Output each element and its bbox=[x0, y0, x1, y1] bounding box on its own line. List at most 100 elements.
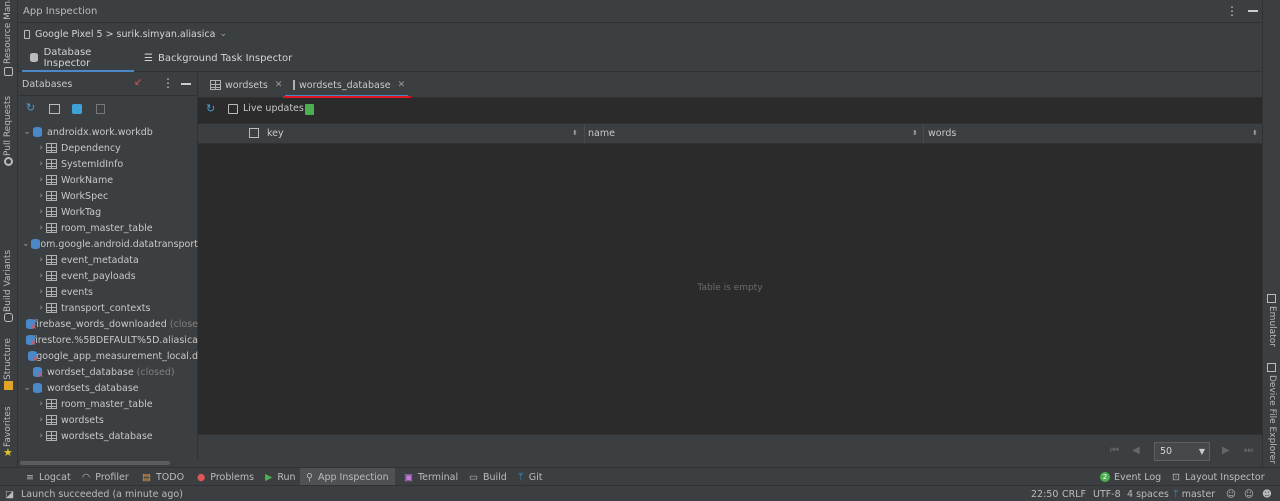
sort-icon[interactable]: ⬍ bbox=[912, 129, 918, 137]
status-message[interactable]: Launch succeeded (a minute ago) bbox=[21, 487, 183, 501]
prev-page-icon[interactable]: ◀ bbox=[1132, 445, 1140, 456]
device-file-explorer-tab[interactable]: Device File Explorer bbox=[1267, 375, 1277, 464]
tree-table-item[interactable]: › transport_contexts bbox=[18, 300, 198, 316]
minimize-icon[interactable] bbox=[1248, 10, 1258, 12]
refresh-table-icon[interactable]: ↻ bbox=[206, 102, 215, 115]
chevron-right-icon[interactable]: › bbox=[36, 415, 46, 425]
status-toggle-icon[interactable]: ◪ bbox=[5, 487, 14, 501]
chevron-right-icon[interactable]: › bbox=[36, 207, 46, 217]
chevron-right-icon[interactable]: › bbox=[36, 175, 46, 185]
resource-manager-tab[interactable]: Resource Mana bbox=[3, 0, 13, 64]
feedback-face-icon[interactable]: ☺ bbox=[1244, 487, 1254, 501]
tree-table-item[interactable]: › wordsets bbox=[18, 412, 198, 428]
tool-logcat[interactable]: ≡ Logcat bbox=[20, 468, 77, 486]
more-options-icon[interactable]: ⋮ bbox=[1226, 4, 1238, 18]
close-icon[interactable]: ✕ bbox=[275, 80, 283, 90]
status-line-separator[interactable]: CRLF bbox=[1062, 487, 1086, 501]
chevron-right-icon[interactable]: › bbox=[36, 399, 46, 409]
column-divider[interactable] bbox=[923, 124, 924, 143]
chevron-right-icon[interactable]: › bbox=[36, 159, 46, 169]
tree-database-item[interactable]: × google_app_measurement_local.d bbox=[18, 348, 198, 364]
tree-table-item[interactable]: › events bbox=[18, 284, 198, 300]
tree-database-item[interactable]: × wordset_database (closed) bbox=[18, 364, 198, 380]
device-selector[interactable]: Google Pixel 5 > surik.simyan.aliasica ⌄ bbox=[24, 25, 227, 43]
tree-database-item[interactable]: × firestore.%5BDEFAULT%5D.aliasica bbox=[18, 332, 198, 348]
tab-background-task-inspector[interactable]: ☰ Background Task Inspector bbox=[136, 45, 300, 72]
status-encoding[interactable]: UTF-8 bbox=[1093, 487, 1121, 501]
chevron-right-icon[interactable]: › bbox=[36, 287, 46, 297]
column-divider[interactable] bbox=[584, 124, 585, 143]
export-icon[interactable] bbox=[96, 104, 105, 114]
tree-table-item[interactable]: › event_metadata bbox=[18, 252, 198, 268]
export-table-icon[interactable] bbox=[305, 104, 314, 115]
favorites-tab[interactable]: Favorites bbox=[3, 405, 13, 447]
tree-table-item[interactable]: › room_master_table bbox=[18, 396, 198, 412]
tab-wordsets-database[interactable]: wordsets_database ✕ bbox=[285, 72, 408, 98]
column-header-key[interactable]: key bbox=[267, 124, 284, 143]
tool-run[interactable]: ▶ Run bbox=[259, 468, 302, 486]
chevron-right-icon[interactable]: › bbox=[36, 431, 46, 441]
tree-table-item[interactable]: › event_payloads bbox=[18, 268, 198, 284]
tab-database-inspector[interactable]: Database Inspector bbox=[22, 45, 134, 72]
next-page-icon[interactable]: ▶ bbox=[1222, 445, 1230, 456]
tree-table-item[interactable]: › WorkName bbox=[18, 172, 198, 188]
tool-git[interactable]: ᛘ Git bbox=[512, 468, 548, 486]
tree-table-item[interactable]: › Dependency bbox=[18, 140, 198, 156]
status-indent[interactable]: 4 spaces bbox=[1127, 487, 1169, 501]
tool-app-inspection[interactable]: ⚲ App Inspection bbox=[300, 468, 395, 486]
last-page-icon[interactable]: ⏭ bbox=[1244, 445, 1253, 456]
sort-icon[interactable]: ⬍ bbox=[1252, 129, 1258, 137]
close-icon[interactable]: ✕ bbox=[398, 80, 406, 90]
tree-database-item[interactable]: × firebase_words_downloaded (close bbox=[18, 316, 198, 332]
refresh-icon[interactable]: ↻ bbox=[26, 101, 35, 114]
favorites-label: Favorites bbox=[3, 406, 13, 447]
inspector-face-icon[interactable]: ☺ bbox=[1226, 487, 1236, 501]
chevron-down-icon[interactable]: ⌄ bbox=[22, 127, 32, 137]
column-header-words[interactable]: words bbox=[928, 124, 956, 143]
tool-event-log[interactable]: 2 Event Log bbox=[1094, 468, 1167, 486]
sort-icon[interactable]: ⬍ bbox=[572, 129, 578, 137]
collapse-arrows-icon[interactable]: ↙ bbox=[134, 77, 142, 88]
chevron-down-icon[interactable]: ⌄ bbox=[22, 239, 30, 249]
chevron-right-icon[interactable]: › bbox=[36, 255, 46, 265]
tree-table-item[interactable]: › WorkTag bbox=[18, 204, 198, 220]
status-branch[interactable]: ᛘ master bbox=[1173, 487, 1215, 501]
tree-table-item[interactable]: › room_master_table bbox=[18, 220, 198, 236]
tool-terminal[interactable]: ▣ Terminal bbox=[398, 468, 464, 486]
chevron-right-icon[interactable]: › bbox=[36, 271, 46, 281]
panel-minimize-icon[interactable] bbox=[181, 83, 191, 85]
tree-table-item[interactable]: › wordsets_database bbox=[18, 428, 198, 444]
notifications-icon[interactable]: ☻ bbox=[1262, 487, 1272, 501]
tree-horizontal-scrollbar[interactable] bbox=[18, 459, 198, 467]
tree-database-item[interactable]: ⌄ wordsets_database bbox=[18, 380, 198, 396]
panel-options-icon[interactable]: ⋮ bbox=[162, 76, 174, 90]
structure-tab[interactable]: Structure bbox=[3, 338, 13, 380]
status-time[interactable]: 22:50 bbox=[1031, 487, 1058, 501]
tab-wordsets[interactable]: wordsets ✕ bbox=[202, 72, 290, 98]
build-variants-tab[interactable]: Build Variants bbox=[3, 250, 13, 312]
tool-profiler[interactable]: ◠ Profiler bbox=[76, 468, 135, 486]
chevron-down-icon[interactable]: ⌄ bbox=[22, 383, 32, 393]
emulator-tab[interactable]: Emulator bbox=[1267, 306, 1277, 347]
tree-database-item[interactable]: ⌄ androidx.work.workdb bbox=[18, 124, 198, 140]
new-query-icon[interactable] bbox=[49, 104, 60, 114]
tool-build[interactable]: ▭ Build bbox=[463, 468, 513, 486]
tree-table-item[interactable]: › WorkSpec bbox=[18, 188, 198, 204]
page-size-select[interactable]: 50 ▼ bbox=[1154, 442, 1210, 461]
tool-layout-inspector[interactable]: ⊡ Layout Inspector bbox=[1166, 468, 1271, 486]
live-updates-checkbox[interactable] bbox=[228, 104, 238, 114]
tree-table-item[interactable]: › SystemIdInfo bbox=[18, 156, 198, 172]
column-header-name[interactable]: name bbox=[588, 124, 615, 143]
tool-problems[interactable]: ● Problems bbox=[191, 468, 260, 486]
scrollbar-thumb[interactable] bbox=[20, 461, 170, 465]
keep-open-icon[interactable] bbox=[72, 104, 82, 114]
tree-database-item[interactable]: ⌄ com.google.android.datatransport bbox=[18, 236, 198, 252]
tool-todo[interactable]: ▤ TODO bbox=[136, 468, 190, 486]
tool-todo-label: TODO bbox=[155, 471, 185, 483]
chevron-right-icon[interactable]: › bbox=[36, 303, 46, 313]
pull-requests-tab[interactable]: Pull Requests bbox=[3, 96, 13, 156]
chevron-right-icon[interactable]: › bbox=[36, 191, 46, 201]
chevron-right-icon[interactable]: › bbox=[36, 223, 46, 233]
chevron-right-icon[interactable]: › bbox=[36, 143, 46, 153]
first-page-icon[interactable]: ⏮ bbox=[1110, 445, 1119, 456]
